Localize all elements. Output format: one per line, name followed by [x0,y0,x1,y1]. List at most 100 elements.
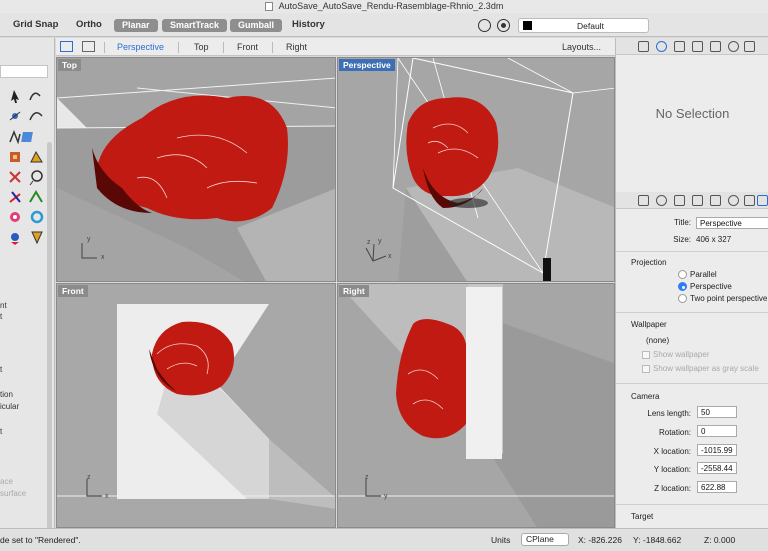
z-location-field[interactable]: 622.88 [697,481,737,493]
history-toggle[interactable]: History [292,19,325,30]
analyze-tool-icon[interactable] [29,190,43,203]
gumball-toggle[interactable]: Gumball [230,19,283,32]
curve-tool-icon[interactable] [29,92,41,101]
surface-tool-icon[interactable] [21,132,33,142]
display-icon[interactable] [728,195,739,206]
viewport-front[interactable]: z x Front [56,283,336,528]
layouts-menu[interactable]: Layouts... [562,42,601,52]
viewport-right[interactable]: z y Right [337,283,615,528]
lasso-tool-icon[interactable] [29,170,43,186]
command-search-input[interactable] [0,65,48,78]
viewport-tab-bar: Perspective Top Front Right Layouts... [56,38,615,56]
help-icon[interactable] [744,41,755,52]
layer-dropdown[interactable]: Default [518,18,649,33]
layers-icon[interactable] [638,195,649,206]
filter-icon[interactable] [478,19,491,32]
lens-length-label: Lens length: [647,409,691,418]
divider [616,312,768,313]
properties-icon[interactable] [656,41,667,52]
axis-z-label: z [365,474,369,481]
transform-tool-icon[interactable] [9,171,21,183]
display-icon[interactable] [728,41,739,52]
x-location-field[interactable]: -1015.99 [697,444,737,456]
color-wheel-icon[interactable] [10,212,20,222]
window-title: AutoSave_AutoSave_Rendu-Rasemblage-Rhnio… [278,1,504,11]
help-icon[interactable] [744,195,755,206]
point-tool-icon[interactable] [9,111,21,121]
viewport-properties-icon-bar [616,192,768,209]
ortho-toggle[interactable]: Ortho [76,19,102,30]
viewport-label-top[interactable]: Top [58,59,81,71]
layer-name: Default [577,21,604,31]
sidebar-scrollbar[interactable] [47,142,52,537]
viewport-perspective[interactable]: z y x Perspective [337,57,615,282]
viewport-label-right[interactable]: Right [339,285,369,297]
tab-separator [223,42,224,53]
tab-top[interactable]: Top [194,42,209,52]
render-tool-icon[interactable] [30,210,44,224]
sidebar-command-4[interactable]: tion [0,390,13,399]
osnap-icon[interactable] [497,19,510,32]
light-tool-icon[interactable] [11,233,19,245]
rose-perspective-view [406,97,499,197]
polyline-tool-icon[interactable] [9,129,21,145]
pen-tool-icon[interactable] [31,231,43,245]
object-icon[interactable] [674,41,685,52]
sidebar-command-6[interactable]: t [0,427,2,436]
properties-icon[interactable] [656,195,667,206]
status-message: de set to "Rendered". [0,535,81,545]
axis-x-label: x [388,253,392,260]
viewport-label-front[interactable]: Front [58,285,88,297]
sidebar-command-5[interactable]: icular [0,402,19,411]
four-view-layout-icon[interactable] [60,41,73,52]
no-selection-text: No Selection [655,106,730,121]
arc-tool-icon[interactable] [29,112,43,121]
camera-icon[interactable] [710,195,721,206]
wallpaper-value[interactable]: (none) [646,336,669,345]
select-tool-icon[interactable] [11,90,19,103]
projection-two-point-radio[interactable] [678,294,687,303]
y-location-label: Y location: [653,465,691,474]
single-view-layout-icon[interactable] [82,41,95,52]
front-view-scene: z x [57,284,335,527]
cplane-dropdown[interactable]: CPlane [521,533,569,546]
sidebar-command-1[interactable]: nt [0,301,7,310]
projection-perspective-radio[interactable] [678,282,687,291]
rotation-field[interactable]: 0 [697,425,737,437]
title-field[interactable]: Perspective [696,217,768,229]
grid-snap-toggle[interactable]: Grid Snap [13,19,58,30]
smarttrack-toggle[interactable]: SmartTrack [162,19,228,32]
lens-length-field[interactable]: 50 [697,406,737,418]
axis-y-label: y [384,493,388,500]
planar-toggle[interactable]: Planar [114,19,158,32]
dimension-tool-icon[interactable] [9,191,21,203]
x-location-label: X location: [653,447,691,456]
mesh-tool-icon[interactable] [30,150,43,163]
document-icon [264,2,273,12]
solid-tool-icon[interactable] [10,152,20,162]
axis-y-label: y [378,238,382,245]
camera-icon[interactable] [710,41,721,52]
tab-right[interactable]: Right [286,42,307,52]
axis-x-label: x [101,254,105,261]
tab-front[interactable]: Front [237,42,258,52]
tool-icon-grid [9,90,44,245]
projection-parallel-label: Parallel [690,270,717,279]
y-location-field[interactable]: -2558.44 [697,462,737,474]
sidebar-command-2[interactable]: t [0,312,2,321]
projection-parallel-radio[interactable] [678,270,687,279]
layers-icon[interactable] [638,41,649,52]
camera-heading: Camera [631,392,660,401]
units-label[interactable]: Units [491,535,510,545]
object-icon[interactable] [674,195,685,206]
tab-perspective[interactable]: Perspective [117,42,164,52]
viewport-top[interactable]: y x Top [56,57,336,282]
viewport-icon[interactable] [757,195,768,206]
right-view-scene: z y [338,284,614,527]
sidebar-command-3[interactable]: t [0,365,2,374]
materials-icon[interactable] [692,195,703,206]
materials-icon[interactable] [692,41,703,52]
z-location-label: Z location: [654,484,691,493]
viewport-label-perspective[interactable]: Perspective [339,59,395,71]
properties-panel: No Selection Title: Perspective Size: 40… [615,38,768,528]
